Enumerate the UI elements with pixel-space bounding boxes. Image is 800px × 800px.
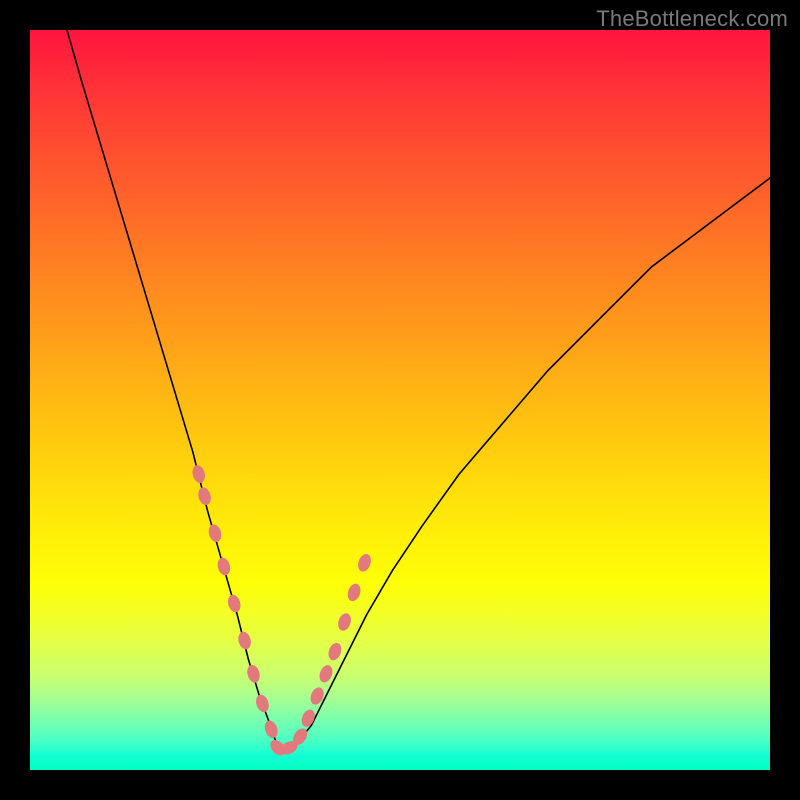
marker-dot bbox=[263, 719, 280, 740]
marker-dot bbox=[226, 593, 242, 614]
marker-dot bbox=[196, 486, 212, 507]
marker-dot bbox=[245, 664, 261, 685]
marker-dot bbox=[346, 582, 363, 603]
marker-dot bbox=[308, 685, 326, 706]
watermark-text: TheBottleneck.com bbox=[596, 6, 788, 32]
marker-dot bbox=[317, 663, 335, 684]
marker-dot bbox=[326, 641, 343, 662]
bottleneck-curve bbox=[67, 30, 770, 748]
marker-dot bbox=[216, 556, 232, 577]
marker-dots bbox=[191, 464, 374, 759]
marker-dot bbox=[207, 523, 223, 544]
marker-dot bbox=[336, 612, 353, 633]
marker-dot bbox=[254, 693, 271, 714]
chart-frame: TheBottleneck.com bbox=[0, 0, 800, 800]
marker-dot bbox=[236, 630, 252, 651]
marker-dot bbox=[356, 552, 373, 573]
plot-area bbox=[30, 30, 770, 770]
chart-svg bbox=[30, 30, 770, 770]
marker-dot bbox=[191, 464, 207, 484]
